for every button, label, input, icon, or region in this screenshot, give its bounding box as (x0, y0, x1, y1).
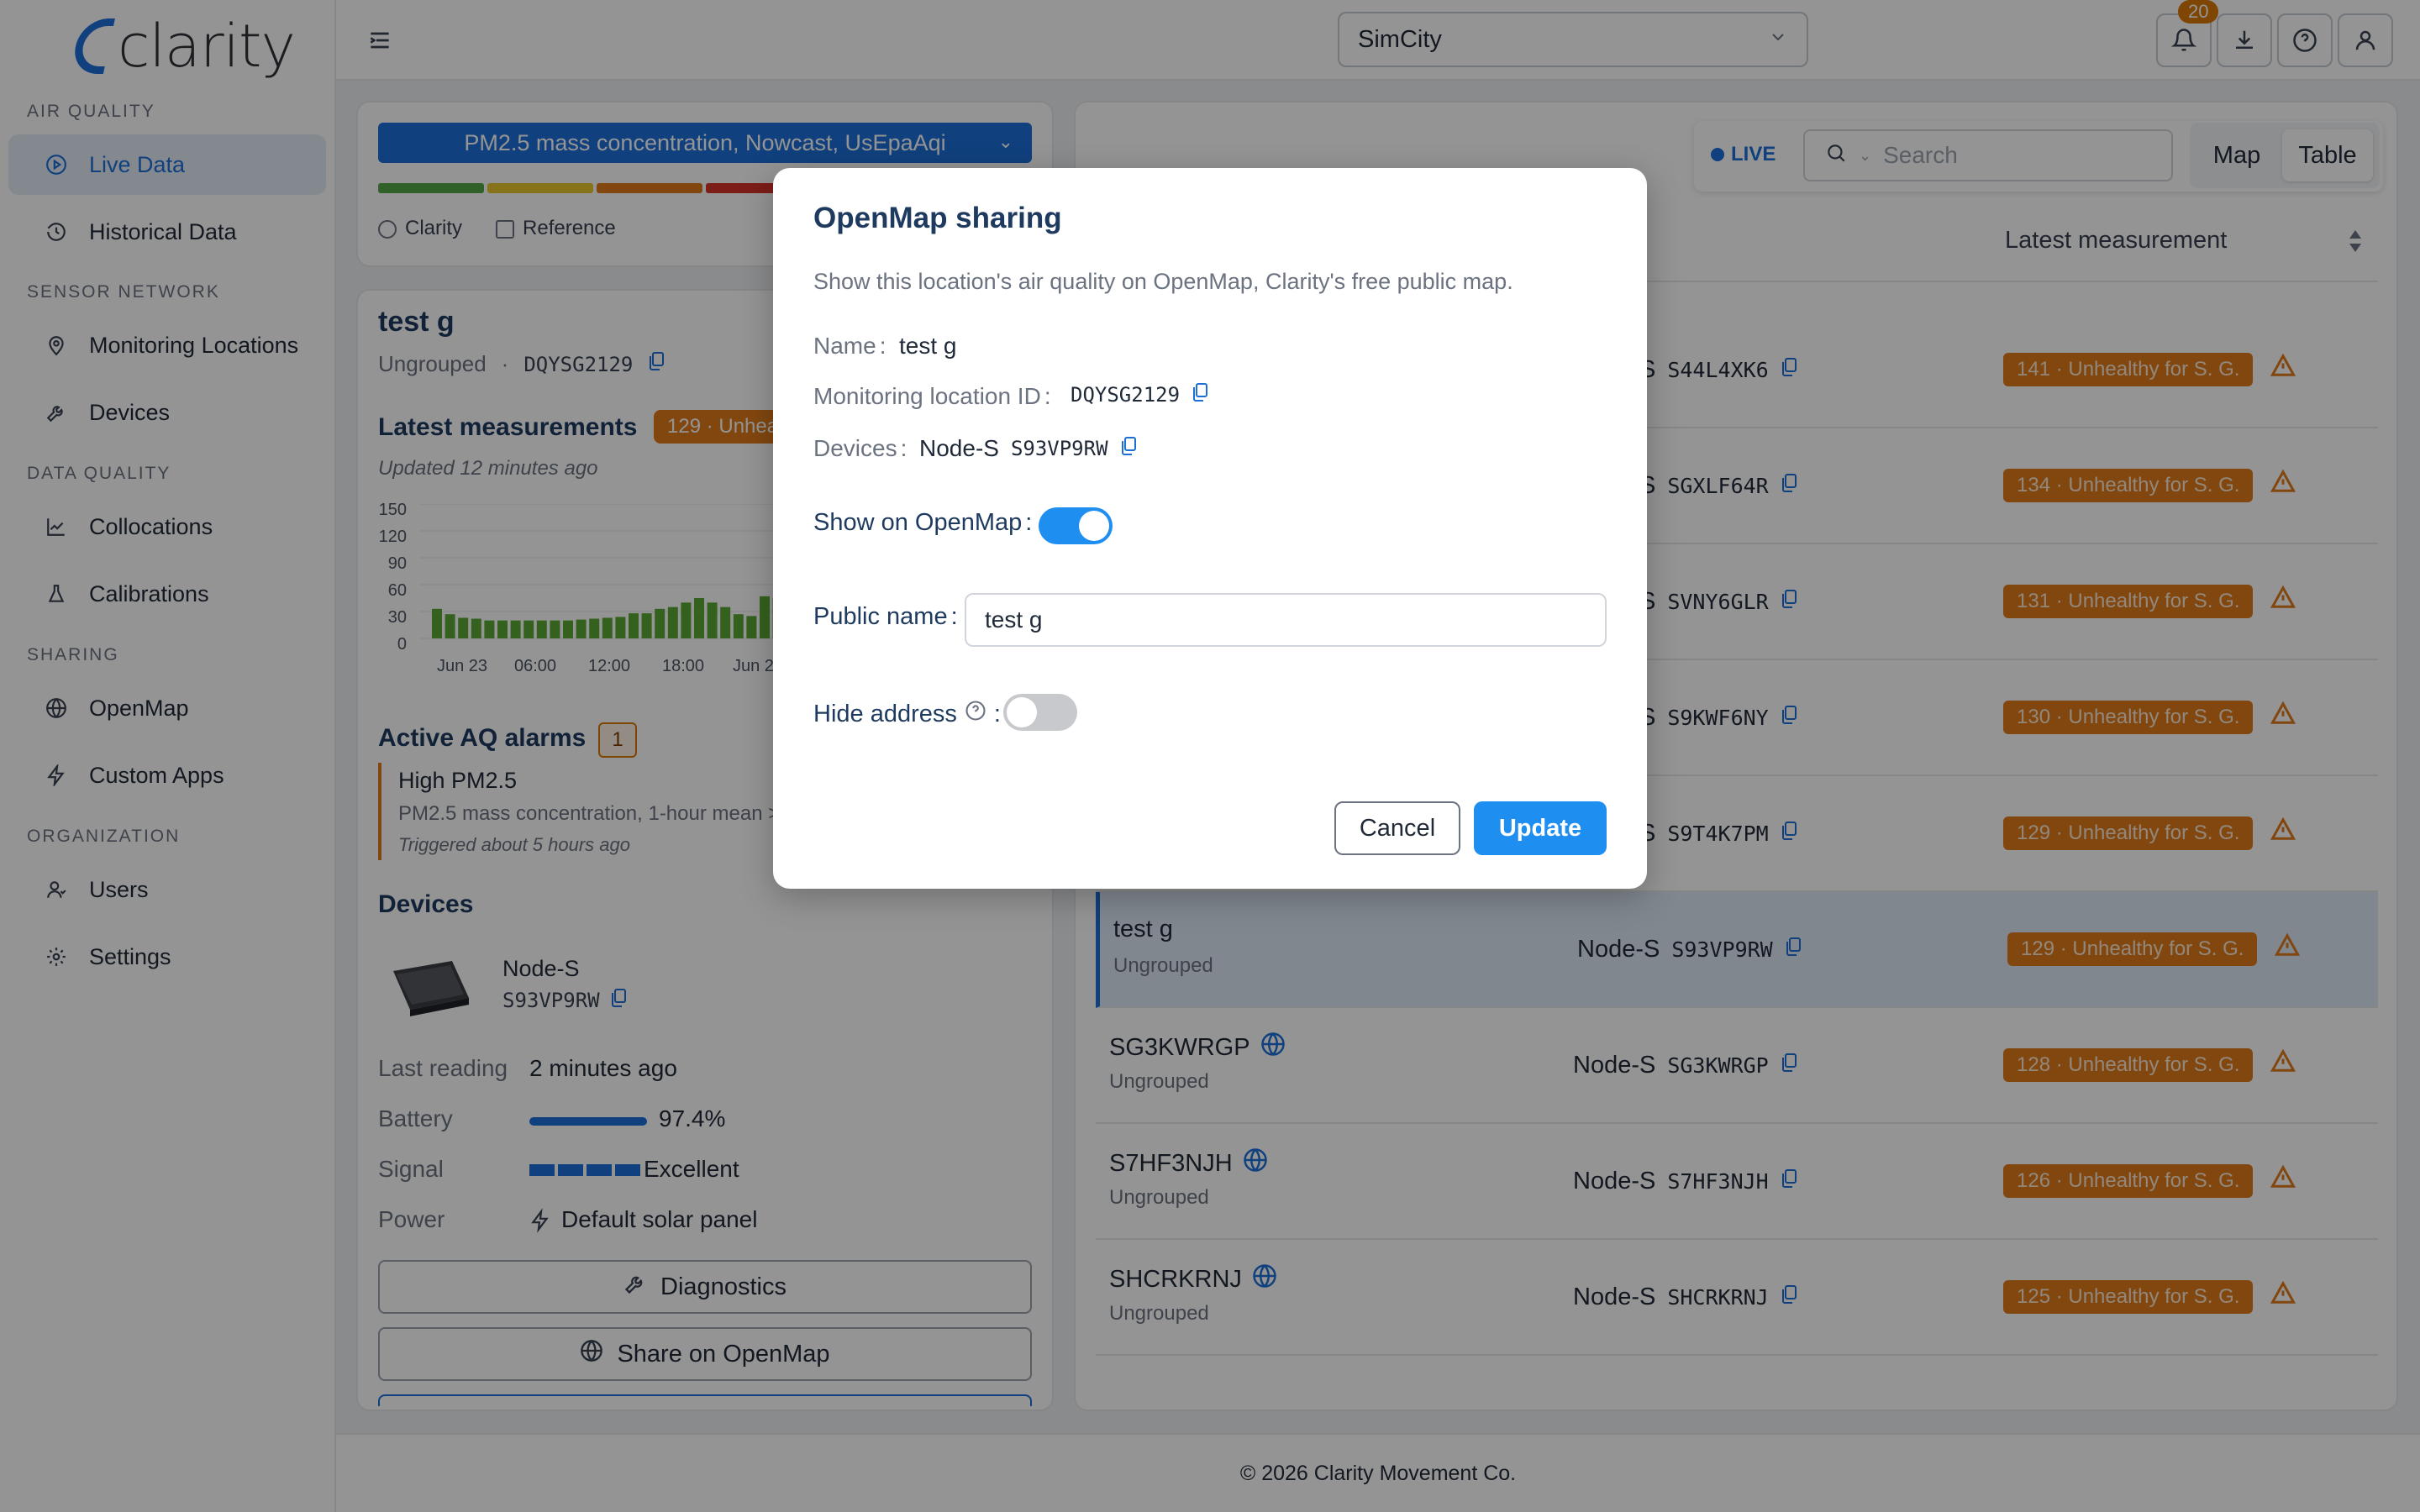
device-id: S93VP9RW (1010, 437, 1108, 460)
show-on-openmap-label: Show on OpenMap: (813, 509, 1033, 536)
devices-label: Devices: (813, 435, 908, 461)
dialog-description: Show this location's air quality on Open… (813, 269, 1513, 294)
devices-value-row: Node-S S93VP9RW (919, 435, 1137, 462)
openmap-sharing-dialog: OpenMap sharing Show this location's air… (773, 168, 1647, 889)
copy-icon[interactable] (1120, 435, 1137, 462)
public-name-label: Public name: (813, 603, 958, 630)
public-name-input[interactable]: test g (965, 593, 1607, 647)
name-label: Name: (813, 333, 886, 359)
device-model: Node-S (919, 435, 999, 461)
toggle-knob (1079, 511, 1109, 541)
hide-address-label-row: Hide address : (813, 699, 1001, 729)
hide-address-label: Hide address (813, 700, 957, 727)
hide-address-toggle[interactable] (1003, 694, 1077, 731)
location-id-label: Monitoring location ID: (813, 383, 1051, 409)
name-value: test g (899, 333, 957, 359)
show-on-openmap-toggle[interactable] (1039, 507, 1113, 544)
location-id-row: DQYSG2129 (1071, 381, 1208, 408)
hide-address-colon: : (993, 700, 1001, 727)
copy-icon[interactable] (1192, 381, 1208, 408)
location-id-value: DQYSG2129 (1071, 383, 1181, 407)
toggle-knob (1007, 697, 1037, 727)
cancel-button[interactable]: Cancel (1334, 801, 1460, 855)
help-icon[interactable] (964, 699, 987, 729)
update-button[interactable]: Update (1474, 801, 1607, 855)
dialog-title: OpenMap sharing (813, 202, 1062, 234)
